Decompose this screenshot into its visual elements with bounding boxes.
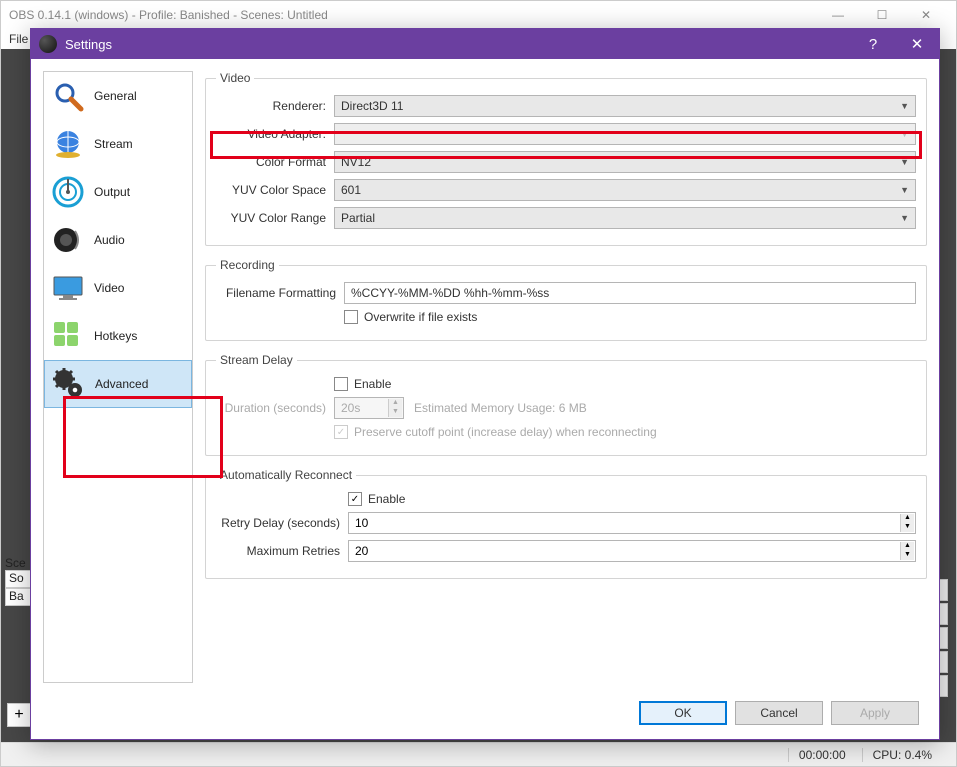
sidebar-item-label: General [94, 89, 137, 103]
color-format-dropdown[interactable]: NV12▼ [334, 151, 916, 173]
main-title: OBS 0.14.1 (windows) - Profile: Banished… [9, 8, 816, 22]
renderer-dropdown[interactable]: Direct3D 11▼ [334, 95, 916, 117]
overwrite-label: Overwrite if file exists [364, 310, 477, 324]
spin-up-icon[interactable]: ▲ [900, 514, 914, 523]
maximize-button[interactable]: ☐ [860, 8, 904, 22]
settings-sidebar: General Stream Output Audio [43, 71, 193, 683]
main-titlebar: OBS 0.14.1 (windows) - Profile: Banished… [1, 1, 956, 29]
preserve-checkbox: ✓ [334, 425, 348, 439]
sidebar-item-hotkeys[interactable]: Hotkeys [44, 312, 192, 360]
dialog-title: Settings [65, 37, 851, 52]
reconnect-enable-label: Enable [368, 492, 405, 506]
cancel-button[interactable]: Cancel [735, 701, 823, 725]
max-retries-spinner[interactable]: 20 ▲▼ [348, 540, 916, 562]
memory-label: Estimated Memory Usage: 6 MB [414, 401, 587, 415]
video-icon [50, 270, 86, 306]
menu-file[interactable]: File [9, 32, 28, 46]
overwrite-checkbox[interactable] [344, 310, 358, 324]
reconnect-enable-checkbox[interactable]: ✓ [348, 492, 362, 506]
retry-delay-label: Retry Delay (seconds) [216, 516, 348, 530]
advanced-icon [51, 366, 87, 402]
max-retries-label: Maximum Retries [216, 544, 348, 558]
close-button[interactable]: ✕ [904, 8, 948, 22]
yuv-range-dropdown[interactable]: Partial▼ [334, 207, 916, 229]
duration-spinner: 20s ▲▼ [334, 397, 404, 419]
obs-icon [39, 35, 57, 53]
sidebar-item-stream[interactable]: Stream [44, 120, 192, 168]
group-legend: Stream Delay [216, 353, 297, 367]
settings-content: Video Renderer: Direct3D 11▼ Video Adapt… [205, 71, 927, 683]
reconnect-group: Automatically Reconnect ✓ Enable Retry D… [205, 468, 927, 579]
group-legend: Recording [216, 258, 279, 272]
sidebar-item-label: Advanced [95, 377, 148, 391]
filename-label: Filename Formatting [216, 286, 344, 300]
minimize-button[interactable]: — [816, 8, 860, 22]
group-legend: Automatically Reconnect [216, 468, 356, 482]
scenes-label: Sce [5, 556, 26, 570]
add-button[interactable]: + [7, 703, 31, 727]
yuv-space-label: YUV Color Space [216, 183, 334, 197]
sidebar-item-label: Stream [94, 137, 133, 151]
hotkeys-icon [50, 318, 86, 354]
sidebar-item-label: Audio [94, 233, 125, 247]
general-icon [50, 78, 86, 114]
dialog-close-button[interactable]: ✕ [895, 29, 939, 59]
status-time: 00:00:00 [788, 748, 846, 762]
sidebar-item-label: Hotkeys [94, 329, 137, 343]
spin-up-icon[interactable]: ▲ [900, 542, 914, 551]
sidebar-item-advanced[interactable]: Advanced [44, 360, 192, 408]
stream-icon [50, 126, 86, 162]
ok-button[interactable]: OK [639, 701, 727, 725]
output-icon [50, 174, 86, 210]
sidebar-item-label: Video [94, 281, 124, 295]
chevron-down-icon: ▼ [900, 129, 909, 139]
retry-delay-spinner[interactable]: 10 ▲▼ [348, 512, 916, 534]
yuv-space-dropdown[interactable]: 601▼ [334, 179, 916, 201]
settings-dialog: Settings ? ✕ General Stream O [30, 28, 940, 740]
sidebar-item-audio[interactable]: Audio [44, 216, 192, 264]
spin-down-icon[interactable]: ▼ [900, 523, 914, 532]
duration-label: Duration (seconds) [216, 401, 334, 415]
color-format-label: Color Format [216, 155, 334, 169]
spin-down-icon: ▼ [388, 408, 402, 417]
chevron-down-icon: ▼ [900, 185, 909, 195]
spin-up-icon: ▲ [388, 399, 402, 408]
status-cpu: CPU: 0.4% [862, 748, 932, 762]
preserve-label: Preserve cutoff point (increase delay) w… [354, 425, 657, 439]
sidebar-item-output[interactable]: Output [44, 168, 192, 216]
sidebar-item-video[interactable]: Video [44, 264, 192, 312]
help-button[interactable]: ? [851, 29, 895, 59]
chevron-down-icon: ▼ [900, 101, 909, 111]
dialog-titlebar: Settings ? ✕ [31, 29, 939, 59]
dialog-buttons: OK Cancel Apply [639, 701, 919, 725]
stream-delay-group: Stream Delay Enable Duration (seconds) 2… [205, 353, 927, 456]
recording-group: Recording Filename Formatting %CCYY-%MM-… [205, 258, 927, 341]
audio-icon [50, 222, 86, 258]
delay-enable-checkbox[interactable] [334, 377, 348, 391]
video-adapter-dropdown[interactable]: ▼ [334, 123, 916, 145]
sidebar-item-label: Output [94, 185, 130, 199]
spin-down-icon[interactable]: ▼ [900, 551, 914, 560]
renderer-label: Renderer: [216, 99, 334, 113]
delay-enable-label: Enable [354, 377, 391, 391]
video-group: Video Renderer: Direct3D 11▼ Video Adapt… [205, 71, 927, 246]
sidebar-item-general[interactable]: General [44, 72, 192, 120]
chevron-down-icon: ▼ [900, 213, 909, 223]
chevron-down-icon: ▼ [900, 157, 909, 167]
apply-button: Apply [831, 701, 919, 725]
group-legend: Video [216, 71, 254, 85]
video-adapter-label: Video Adapter: [216, 127, 334, 141]
yuv-range-label: YUV Color Range [216, 211, 334, 225]
statusbar: 00:00:00 CPU: 0.4% [1, 742, 956, 766]
filename-input[interactable]: %CCYY-%MM-%DD %hh-%mm-%ss [344, 282, 916, 304]
